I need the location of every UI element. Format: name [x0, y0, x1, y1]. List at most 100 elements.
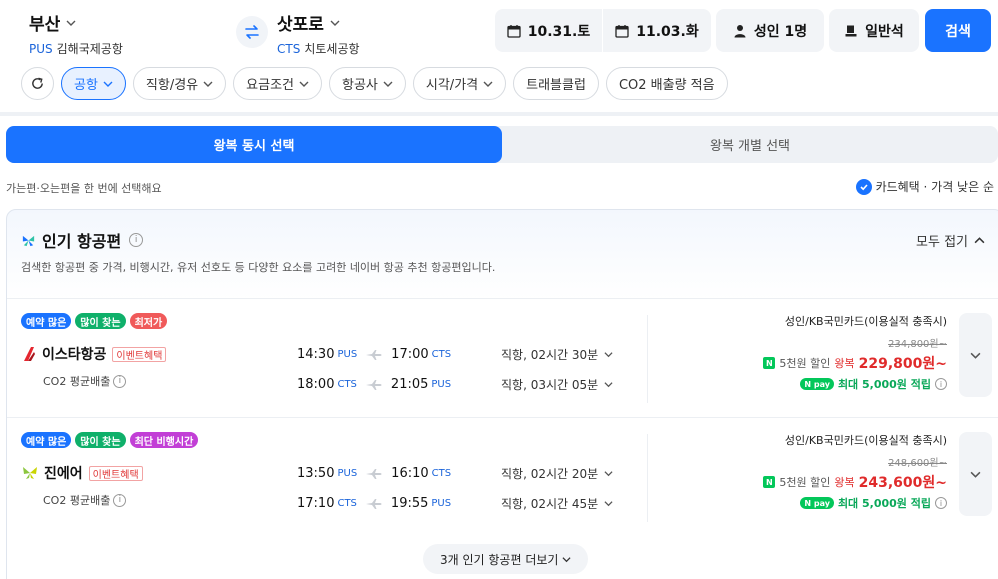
- flight-tags: 예약 많은 많이 찾는 최저가: [21, 313, 168, 329]
- filter-label: 요금조건: [246, 78, 294, 93]
- filter-direct-transfer[interactable]: 직항/경유: [132, 67, 227, 100]
- tab-select-separately[interactable]: 왕복 개별 선택: [502, 126, 998, 163]
- origin-city: 부산: [29, 15, 61, 35]
- origin-selector[interactable]: 부산 PUS 김해국제공항: [29, 10, 123, 57]
- show-more-popular-button[interactable]: 3개 인기 항공편 더보기: [423, 544, 589, 574]
- duration-dropdown[interactable]: 직항, 02시간 45분: [501, 495, 613, 512]
- filter-time-price[interactable]: 시각/가격: [412, 67, 507, 100]
- duration-dropdown[interactable]: 직항, 02시간 20분: [501, 465, 613, 482]
- original-price: 234,800원~: [888, 339, 947, 350]
- plane-icon: [363, 498, 385, 509]
- arrive-airport: CTS: [431, 468, 452, 479]
- outbound-leg: 13:50 PUS 16:10 CTS 직항, 02시간 20분: [297, 466, 613, 481]
- swap-route-button[interactable]: [236, 16, 268, 48]
- sort-label: 카드혜택 · 가격 낮은 순: [875, 180, 994, 194]
- check-icon: [855, 178, 872, 195]
- filter-fare-conditions[interactable]: 요금조건: [233, 67, 322, 100]
- collapse-all-button[interactable]: 모두 접기: [916, 231, 985, 250]
- depart-date: 10.31.토: [527, 23, 591, 40]
- filter-label: CO2 배출량 적음: [618, 78, 715, 93]
- depart-time: 13:50: [297, 466, 335, 481]
- passengers-button[interactable]: 성인 1명: [716, 9, 824, 52]
- airline-name: 진에어: [44, 466, 83, 482]
- filter-label: 시각/가격: [425, 78, 479, 93]
- popular-description: 검색한 항공편 중 가격, 비행시간, 유저 선호도 등 다양한 요소를 고려한…: [21, 261, 496, 274]
- chevron-down-icon: [970, 471, 981, 478]
- chevron-down-icon: [383, 81, 393, 87]
- tag-badge: 최단 비행시간: [129, 432, 199, 448]
- flight-card[interactable]: 예약 많은 많이 찾는 최저가 이스타항공 이벤트혜택 CO2 평균배출 i 14…: [7, 298, 998, 418]
- chevron-down-icon: [330, 20, 340, 26]
- depart-airport: CTS: [337, 498, 357, 509]
- card-divider: [647, 315, 648, 403]
- collapse-all-label: 모두 접기: [916, 235, 968, 250]
- co2-label: CO2 평균배출: [43, 375, 111, 388]
- arrive-airport: PUS: [431, 498, 452, 509]
- swap-icon: [245, 25, 259, 39]
- arrive-time: 16:10: [391, 466, 429, 481]
- search-button[interactable]: 검색: [925, 9, 991, 52]
- depart-airport: CTS: [337, 379, 357, 390]
- points-text: 최대 5,000원 적립: [837, 497, 931, 510]
- filter-label: 트래블클럽: [526, 78, 586, 93]
- event-badge: 이벤트혜택: [112, 346, 167, 362]
- info-icon[interactable]: i: [129, 233, 144, 247]
- arrive-airport: CTS: [431, 349, 452, 360]
- filter-bar: 공항 직항/경유 요금조건 항공사 시각/가격 트래블클럽 CO2 배출량 적음: [21, 67, 728, 100]
- butterfly-icon: [22, 235, 35, 246]
- destination-airport: 치토세공항: [304, 42, 360, 56]
- depart-airport: PUS: [337, 349, 358, 360]
- expand-card-button[interactable]: [959, 313, 992, 397]
- flight-tags: 예약 많은 많이 찾는 최단 비행시간: [21, 432, 199, 448]
- info-icon[interactable]: i: [113, 493, 127, 507]
- duration-dropdown[interactable]: 직항, 02시간 30분: [501, 346, 613, 363]
- chevron-down-icon: [604, 382, 613, 388]
- co2-info: CO2 평균배출 i: [43, 492, 127, 508]
- filter-label: 항공사: [342, 78, 378, 93]
- tag-badge: 예약 많은: [21, 432, 72, 448]
- filter-airline[interactable]: 항공사: [329, 67, 406, 100]
- roundtrip-label: 왕복: [834, 476, 855, 489]
- points-text: 최대 5,000원 적립: [837, 378, 931, 391]
- expand-card-button[interactable]: [959, 432, 992, 516]
- destination-selector[interactable]: 삿포로 CTS 치토세공항: [277, 10, 360, 57]
- info-icon[interactable]: i: [935, 497, 947, 509]
- price-condition: 성인/KB국민카드(이용실적 충족시): [784, 434, 947, 447]
- origin-airport: 김해국제공항: [56, 42, 123, 56]
- chevron-down-icon: [562, 556, 571, 562]
- duration-dropdown[interactable]: 직항, 03시간 05분: [501, 376, 613, 393]
- depart-airport: PUS: [337, 468, 358, 479]
- tag-badge: 예약 많은: [21, 313, 72, 329]
- destination-code: CTS: [277, 42, 301, 56]
- original-price: 248,600원~: [888, 458, 947, 469]
- chevron-down-icon: [604, 501, 613, 507]
- depart-date-button[interactable]: 10.31.토: [495, 9, 602, 52]
- info-icon[interactable]: i: [113, 374, 127, 388]
- seat-icon: [845, 25, 857, 36]
- discount-text: 5천원 할인: [779, 357, 831, 370]
- roundtrip-label: 왕복: [834, 357, 855, 370]
- arrive-time: 17:00: [391, 347, 429, 362]
- duration-text: 직항, 03시간 05분: [501, 378, 599, 392]
- inbound-leg: 18:00 CTS 21:05 PUS 직항, 03시간 05분: [297, 377, 613, 392]
- flight-card[interactable]: 예약 많은 많이 찾는 최단 비행시간 진에어 이벤트혜택 CO2 평균배출 i …: [7, 417, 998, 537]
- info-icon[interactable]: i: [935, 378, 947, 390]
- jinair-logo-icon: [23, 467, 37, 479]
- filter-airport[interactable]: 공항: [61, 67, 126, 100]
- tab-select-together[interactable]: 왕복 동시 선택: [6, 126, 502, 163]
- depart-time: 14:30: [297, 347, 335, 362]
- filter-travel-club[interactable]: 트래블클럽: [513, 67, 599, 100]
- duration-text: 직항, 02시간 45분: [501, 497, 599, 511]
- filter-label: 직항/경유: [145, 78, 199, 93]
- filter-low-co2[interactable]: CO2 배출량 적음: [605, 67, 728, 100]
- return-date-button[interactable]: 11.03.화: [603, 9, 711, 52]
- reset-filters-button[interactable]: [21, 67, 54, 100]
- destination-city: 삿포로: [277, 15, 324, 35]
- popular-flights-section: 인기 항공편 i 모두 접기 검색한 항공편 중 가격, 비행시간, 유저 선호…: [6, 209, 998, 579]
- popular-title-text: 인기 항공편: [42, 232, 122, 251]
- origin-code: PUS: [29, 42, 53, 56]
- tag-badge: 최저가: [129, 313, 168, 329]
- cabin-class-button[interactable]: 일반석: [829, 9, 919, 52]
- chevron-up-icon: [974, 237, 985, 244]
- sort-option[interactable]: 카드혜택 · 가격 낮은 순: [855, 178, 994, 195]
